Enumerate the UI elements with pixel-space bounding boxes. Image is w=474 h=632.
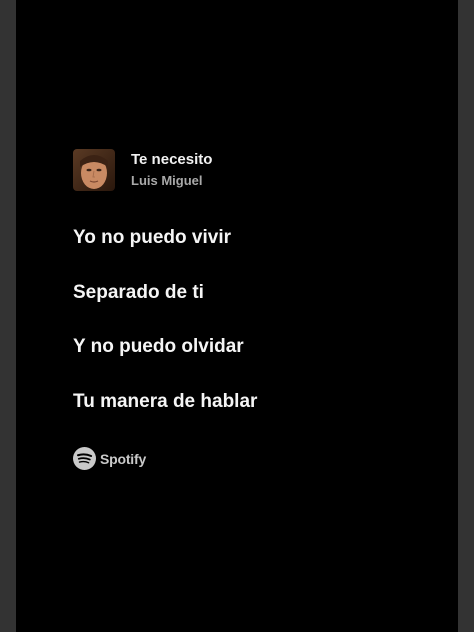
lyrics-list: Yo no puedo vivir Separado de ti Y no pu…: [73, 222, 257, 440]
lyrics-share-card: Te necesito Luis Miguel Yo no puedo vivi…: [16, 0, 458, 632]
spotify-brand: Spotify: [73, 447, 146, 470]
spotify-wordmark: Spotify: [100, 450, 147, 467]
track-artist: Luis Miguel: [131, 173, 203, 188]
lyric-line: Y no puedo olvidar: [73, 336, 244, 357]
track-meta: Te necesito Luis Miguel: [131, 150, 212, 190]
track-title: Te necesito: [131, 151, 213, 168]
screen-frame: Te necesito Luis Miguel Yo no puedo vivi…: [0, 0, 474, 632]
lyric-line: Separado de ti: [73, 281, 204, 303]
album-cover: [73, 149, 115, 191]
lyric-line: Tu manera de hablar: [73, 390, 258, 412]
lyric-line: Yo no puedo vivir: [73, 227, 231, 248]
track-header: Te necesito Luis Miguel: [73, 149, 212, 191]
spotify-logo-icon: [73, 447, 96, 470]
